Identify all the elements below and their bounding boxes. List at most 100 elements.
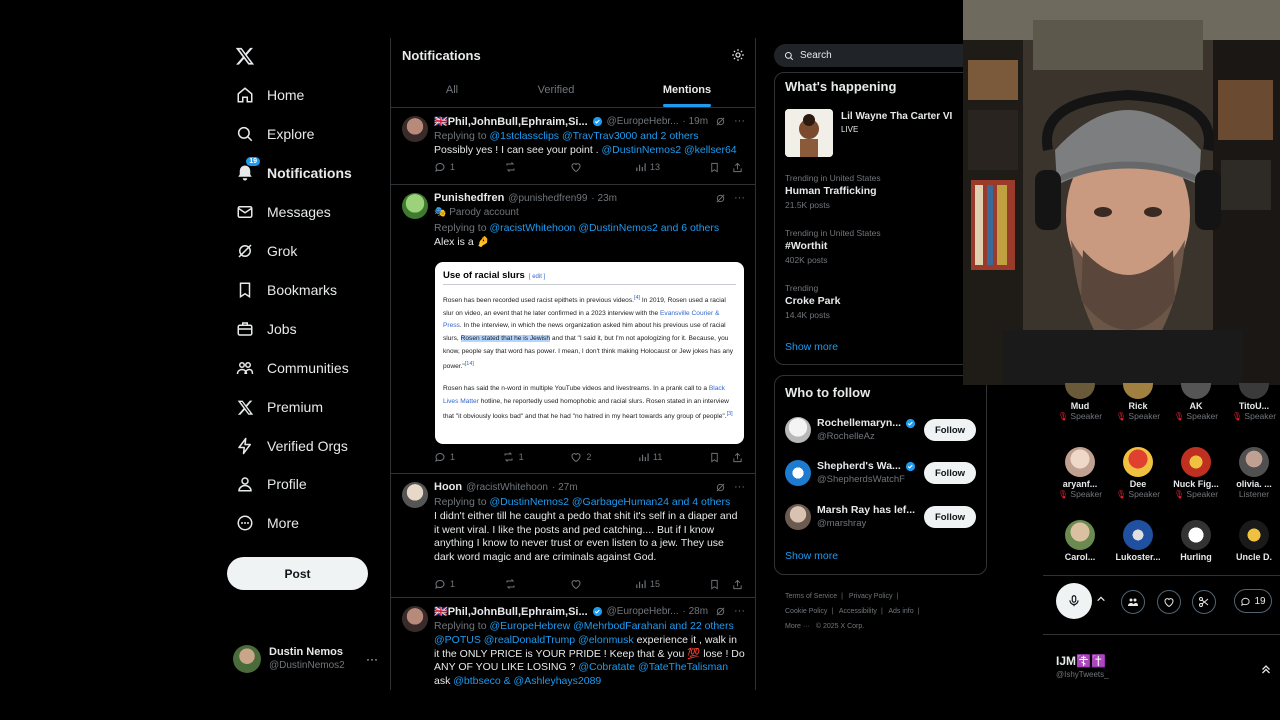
suggestion-name[interactable]: Rochellemaryn... <box>817 417 901 430</box>
follow-button[interactable]: Follow <box>924 506 976 528</box>
avatar[interactable] <box>402 606 428 632</box>
tweet-author-name[interactable]: 🇬🇧Phil,JohnBull,Ephraim,Si... <box>434 115 588 128</box>
nav-verified-orgs[interactable]: Verified Orgs <box>235 431 348 461</box>
avatar[interactable] <box>402 193 428 219</box>
clip-button[interactable] <box>1192 590 1216 614</box>
account-switcher[interactable]: Dustin Nemos @DustinNemos2 ··· <box>233 642 378 676</box>
footer-link-more[interactable]: More ··· <box>785 623 810 630</box>
share-icon[interactable] <box>732 452 743 463</box>
share-icon[interactable] <box>732 579 743 590</box>
grok-icon[interactable] <box>715 116 726 127</box>
bookmark-icon[interactable] <box>709 162 720 173</box>
reply-button[interactable]: 1 <box>434 451 455 463</box>
nav-premium[interactable]: Premium <box>235 392 323 422</box>
reply-button[interactable]: 1 <box>434 578 455 590</box>
retweet-button[interactable]: 1 <box>502 451 524 463</box>
suggestion-name[interactable]: Marsh Ray has lef... <box>817 504 915 517</box>
suggestion-name[interactable]: Shepherd's Wa... <box>817 460 901 473</box>
search-input[interactable] <box>800 50 940 61</box>
space-participant[interactable]: TitoU... 🎙 Speaker <box>1225 383 1280 421</box>
tweet-mentions[interactable]: @btbseco & @Ashleyhays2089 <box>453 675 601 687</box>
more-dots-icon[interactable]: ··· <box>734 192 745 204</box>
replying-users[interactable]: @racistWhitehoon @DustinNemos2 <box>489 222 657 234</box>
footer-link-privacy[interactable]: Privacy Policy <box>849 593 893 600</box>
search-box[interactable] <box>774 44 974 67</box>
trend-name[interactable]: #Worthit <box>785 240 827 252</box>
follow-button[interactable]: Follow <box>924 419 976 441</box>
space-participant[interactable]: AK 🎙 Speaker <box>1167 383 1225 421</box>
follow-suggestion[interactable]: Rochellemaryn... @RochelleAz Follow <box>785 414 976 446</box>
tweet-time[interactable]: · 27m <box>552 482 578 493</box>
avatar[interactable] <box>785 417 811 443</box>
space-participant[interactable]: Hurling <box>1167 520 1225 562</box>
reply-button[interactable]: 1 <box>434 161 455 173</box>
replying-others[interactable]: and 22 others <box>670 620 734 632</box>
replying-users[interactable]: @DustinNemos2 @GarbageHuman24 <box>489 496 668 508</box>
replying-users[interactable]: @EuropeHebrew @MehrbodFarahani <box>489 620 666 632</box>
like-button[interactable] <box>570 578 586 590</box>
tweet-author-name[interactable]: Hoon <box>434 481 462 493</box>
share-icon[interactable] <box>732 162 743 173</box>
grok-icon[interactable] <box>715 606 726 617</box>
retweet-button[interactable] <box>504 578 521 590</box>
tab-mentions[interactable]: Mentions <box>626 84 748 96</box>
follow-button[interactable]: Follow <box>924 462 976 484</box>
mic-button[interactable] <box>1056 583 1092 619</box>
nav-communities[interactable]: Communities <box>235 353 349 383</box>
views-button[interactable]: 15 <box>635 579 660 590</box>
tweet-author-name[interactable]: 🇬🇧Phil,JohnBull,Ephraim,Si... <box>434 605 588 618</box>
replying-others[interactable]: and 6 others <box>661 222 719 234</box>
nav-bookmarks[interactable]: Bookmarks <box>235 275 337 305</box>
nav-messages[interactable]: Messages <box>235 197 331 227</box>
nav-jobs[interactable]: Jobs <box>235 314 297 344</box>
tweet-author-handle[interactable]: @EuropeHebr... <box>607 606 679 617</box>
footer-link-terms[interactable]: Terms of Service <box>785 593 837 600</box>
grok-icon[interactable] <box>715 482 726 493</box>
avatar[interactable] <box>402 482 428 508</box>
tweet-time[interactable]: · 28m <box>683 606 709 617</box>
tweet-time[interactable]: · 19m <box>683 116 709 127</box>
tweet-author-handle[interactable]: @racistWhitehoon <box>466 482 548 493</box>
space-participant[interactable]: Uncle D. <box>1225 520 1280 562</box>
trend-name[interactable]: Human Trafficking <box>785 185 877 197</box>
tweet-mentions[interactable]: @POTUS @realDonaldTrump @elonmusk <box>434 634 634 646</box>
grok-icon[interactable] <box>715 193 726 204</box>
replying-users[interactable]: @1stclassclips @TravTrav3000 <box>489 130 637 142</box>
tweet-time[interactable]: · 23m <box>591 193 617 204</box>
views-button[interactable]: 13 <box>635 162 660 173</box>
tweet-mentions[interactable]: @DustinNemos2 @kellser64 <box>602 144 737 156</box>
chevron-up-icon[interactable] <box>1096 594 1106 604</box>
avatar[interactable] <box>785 460 811 486</box>
nav-home[interactable]: Home <box>235 80 304 110</box>
featured-title[interactable]: Lil Wayne Tha Carter VI <box>841 111 952 122</box>
space-participant[interactable]: Dee 🎙 Speaker <box>1109 447 1167 499</box>
show-more-link[interactable]: Show more <box>785 341 838 353</box>
double-chevron-up-icon[interactable] <box>1260 663 1272 675</box>
more-dots-icon[interactable]: ··· <box>734 605 745 617</box>
tweet-author-handle[interactable]: @punishedfren99 <box>508 193 587 204</box>
space-participant[interactable]: Mud 🎙 Speaker <box>1051 383 1109 421</box>
tweet[interactable]: 🇬🇧Phil,JohnBull,Ephraim,Si... @EuropeHeb… <box>391 598 755 690</box>
like-button[interactable] <box>570 161 586 173</box>
nav-profile[interactable]: Profile <box>235 469 307 499</box>
space-participant[interactable]: Carol... <box>1051 520 1109 562</box>
nav-explore[interactable]: Explore <box>235 119 314 149</box>
show-more-link[interactable]: Show more <box>785 550 838 562</box>
follow-suggestion[interactable]: Shepherd's Wa... @ShepherdsWatchF Follow <box>785 457 976 489</box>
featured-thumbnail[interactable] <box>785 109 833 157</box>
nav-grok[interactable]: Grok <box>235 236 297 266</box>
avatar[interactable] <box>785 504 811 530</box>
tweet-author-handle[interactable]: @EuropeHebr... <box>607 116 679 127</box>
comments-button[interactable]: 19 <box>1234 589 1272 613</box>
footer-link-accessibility[interactable]: Accessibility <box>839 608 877 615</box>
space-participant[interactable]: Rick 🎙 Speaker <box>1109 383 1167 421</box>
tweet[interactable]: 🇬🇧Phil,JohnBull,Ephraim,Si... @EuropeHeb… <box>391 108 755 185</box>
trend-name[interactable]: Croke Park <box>785 295 840 307</box>
space-participant[interactable]: Lukoster... <box>1109 520 1167 562</box>
gear-icon[interactable] <box>731 48 745 62</box>
tweet-mentions[interactable]: @Cobratate @TateTheTalisman <box>578 661 728 673</box>
like-button[interactable]: 2 <box>570 451 591 463</box>
bookmark-icon[interactable] <box>709 579 720 590</box>
more-dots-icon[interactable]: ··· <box>734 115 745 127</box>
space-participant[interactable]: aryanf... 🎙 Speaker <box>1051 447 1109 499</box>
